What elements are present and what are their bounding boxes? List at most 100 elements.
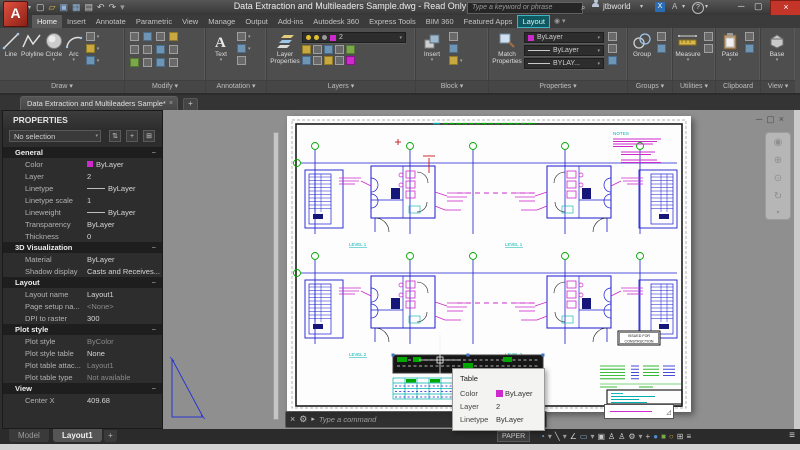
modify-tool-icon-3[interactable]: [169, 32, 178, 41]
customization-menu-icon[interactable]: ≡: [789, 429, 795, 443]
ribbon-tab-autodesk-360[interactable]: Autodesk 360: [308, 15, 364, 28]
property-value[interactable]: ByLayer: [87, 208, 136, 217]
edit-block-icon[interactable]: [449, 44, 458, 53]
lineweight-dropdown[interactable]: ByLayer ▾: [524, 45, 604, 56]
transparency-icon[interactable]: [608, 44, 617, 53]
orbit-icon[interactable]: ↻: [774, 191, 782, 202]
undo-icon[interactable]: ↶: [97, 2, 105, 13]
collapse-section-icon[interactable]: −: [152, 147, 156, 158]
isolate-objects-icon[interactable]: ╲: [555, 430, 560, 444]
property-value[interactable]: ByLayer: [87, 255, 115, 264]
palette-title[interactable]: PROPERTIES: [3, 111, 162, 128]
redo-icon[interactable]: ↷: [109, 2, 117, 13]
create-block-icon[interactable]: [449, 32, 458, 41]
layer-lock-tool-icon[interactable]: [335, 45, 344, 54]
annotation-monitor-icon[interactable]: ♙: [608, 430, 615, 444]
quick-properties-icon[interactable]: ▣: [597, 430, 605, 444]
table-icon[interactable]: [237, 56, 246, 65]
hatch-icon[interactable]: [86, 44, 95, 53]
property-value[interactable]: 2: [87, 172, 91, 181]
ribbon-tab-home[interactable]: Home: [32, 15, 62, 28]
scale-dropdown-icon[interactable]: ▾: [548, 430, 552, 444]
layer-walk-icon[interactable]: [302, 56, 311, 65]
isolate-dropdown-icon[interactable]: ▾: [563, 430, 567, 444]
model-tab[interactable]: Model: [8, 429, 50, 443]
help-icon[interactable]: ?: [692, 2, 704, 14]
dynamic-ucs-icon[interactable]: ▭: [580, 430, 588, 444]
panel-label-annotation[interactable]: Annotation ▾: [206, 80, 266, 93]
ribbon-tab-annotate[interactable]: Annotate: [91, 15, 131, 28]
layer-freeze-icon[interactable]: [324, 45, 333, 54]
property-value[interactable]: 0: [87, 232, 91, 241]
ribbon-tab-manage[interactable]: Manage: [203, 15, 240, 28]
selection-dropdown-arrow-icon[interactable]: ▾: [95, 131, 98, 142]
modify-tool-icon-11[interactable]: [169, 58, 178, 67]
layer-prev-icon[interactable]: [313, 56, 322, 65]
edit-attributes-icon[interactable]: [449, 56, 458, 65]
file-tab[interactable]: Data Extraction and Multileaders Sample*…: [20, 96, 178, 110]
drawing-restore-icon[interactable]: ▢: [766, 114, 779, 124]
palette-section-plot-style[interactable]: Plot style−: [3, 324, 162, 335]
id-point-icon[interactable]: [704, 32, 713, 41]
share-drawing-icon[interactable]: ■: [661, 430, 666, 444]
performance-icon[interactable]: ●: [653, 430, 658, 444]
new-file-icon[interactable]: ▢: [36, 2, 45, 13]
pickadd-toggle-icon[interactable]: ⇅: [109, 130, 121, 142]
property-value[interactable]: None: [87, 349, 105, 358]
ribbon-tab-insert[interactable]: Insert: [62, 15, 91, 28]
panel-label-modify[interactable]: Modify ▾: [125, 80, 205, 93]
layer-match-icon[interactable]: [346, 45, 355, 54]
color-dropdown-arrow-icon[interactable]: ▾: [597, 35, 600, 41]
link-icon[interactable]: ○: [669, 430, 674, 444]
paper-space-toggle[interactable]: PAPER: [497, 431, 530, 442]
palette-section-layout[interactable]: Layout−: [3, 277, 162, 288]
save-as-icon[interactable]: ▦: [72, 2, 81, 13]
match-properties-button[interactable]: Match Properties: [490, 29, 524, 65]
panel-label-groups[interactable]: Groups ▾: [628, 80, 672, 93]
ribbon-tab-bim-360[interactable]: BIM 360: [421, 15, 459, 28]
layer-select-dropdown[interactable]: 2 ▾: [302, 32, 406, 43]
property-value[interactable]: ByLayer: [87, 220, 115, 229]
ribbon-tab-add-ins[interactable]: Add-ins: [273, 15, 308, 28]
base-button[interactable]: Base ▾: [762, 29, 792, 63]
ribbon-tab-view[interactable]: View: [177, 15, 203, 28]
text-button[interactable]: A Text ▾: [207, 29, 235, 63]
modify-tool-icon-6[interactable]: [156, 45, 165, 54]
application-menu-arrow-icon[interactable]: ▾: [28, 4, 31, 11]
application-menu-button[interactable]: A: [3, 1, 28, 27]
group-edit-icon[interactable]: [657, 44, 666, 53]
file-tab-close-icon[interactable]: ×: [169, 97, 173, 110]
palette-section-general[interactable]: General−: [3, 147, 162, 158]
plot-icon[interactable]: ▤: [84, 2, 93, 13]
layer-properties-button[interactable]: Layer Properties: [268, 29, 302, 65]
panel-label-draw[interactable]: Draw ▾: [0, 80, 124, 93]
layout1-tab[interactable]: Layout1: [52, 429, 103, 443]
property-value[interactable]: Layout1: [87, 361, 114, 370]
search-icon[interactable]: ⌕: [581, 2, 585, 13]
minimize-button[interactable]: ─: [738, 0, 744, 13]
object-color-dropdown[interactable]: ByLayer ▾: [524, 32, 604, 43]
collapse-section-icon[interactable]: −: [152, 324, 156, 335]
qat-dropdown-icon[interactable]: ▾: [120, 2, 125, 13]
layer-delete-icon[interactable]: [346, 56, 355, 65]
measure-button[interactable]: Measure ▾: [674, 29, 702, 63]
rectangle-icon[interactable]: [86, 32, 95, 41]
quick-calc-icon[interactable]: [704, 44, 713, 53]
save-icon[interactable]: ▣: [59, 2, 68, 13]
signed-in-user[interactable]: jtbworld: [603, 2, 631, 11]
layer-isolate-icon[interactable]: [313, 45, 322, 54]
panel-label-view[interactable]: View ▾: [761, 80, 795, 93]
full-navigation-wheel-icon[interactable]: ◉: [774, 137, 783, 148]
gear-dropdown-icon[interactable]: ▾: [639, 430, 643, 444]
cut-icon[interactable]: [745, 44, 754, 53]
linetype-dropdown-arrow-icon[interactable]: ▾: [597, 61, 600, 67]
paste-button[interactable]: Paste ▾: [717, 29, 743, 63]
layer-off-icon[interactable]: [302, 45, 311, 54]
offpaper-triangle[interactable]: [167, 354, 211, 424]
palette-section-3d-visualization[interactable]: 3D Visualization−: [3, 242, 162, 253]
property-value[interactable]: ByLayer: [87, 160, 124, 169]
modify-tool-icon-1[interactable]: [143, 32, 152, 41]
close-button[interactable]: ×: [770, 0, 800, 16]
ribbon-tab-layout[interactable]: Layout: [517, 15, 550, 28]
angle-snap-icon[interactable]: ∠: [570, 430, 577, 444]
